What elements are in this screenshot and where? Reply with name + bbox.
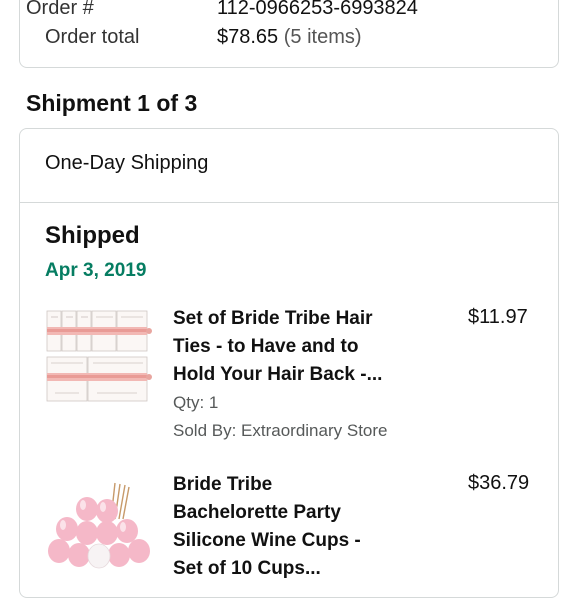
- item-price: $36.79: [468, 472, 530, 494]
- item-title-line[interactable]: Bachelorette Party: [173, 499, 398, 527]
- item-title[interactable]: Bride Tribe Bachelorette Party Silicone …: [173, 471, 398, 583]
- order-total-items: (5 items): [283, 26, 362, 48]
- shipment-title: Shipment 1 of 3: [26, 90, 198, 116]
- order-number-label: Order #: [26, 0, 94, 19]
- order-total-value: $78.65 (5 items): [217, 26, 362, 49]
- order-total-label: Order total: [45, 26, 140, 48]
- item-title-line[interactable]: Silicone Wine Cups -: [173, 527, 398, 555]
- shipping-method-row: One-Day Shipping: [20, 129, 558, 203]
- shipment-status: Shipped: [45, 222, 140, 249]
- hair-ties-product-image[interactable]: [45, 307, 153, 410]
- shipping-method: One-Day Shipping: [45, 152, 209, 174]
- item-title-line[interactable]: Set of 10 Cups...: [173, 555, 398, 583]
- item-title-line[interactable]: Ties - to Have and to: [173, 333, 398, 361]
- item-seller: Sold By: Extraordinary Store: [173, 421, 388, 440]
- wine-cups-product-image[interactable]: [45, 479, 153, 576]
- item-title-line[interactable]: Hold Your Hair Back -...: [173, 361, 398, 389]
- item-title-line[interactable]: Bride Tribe: [173, 471, 398, 499]
- item-title-line[interactable]: Set of Bride Tribe Hair: [173, 305, 398, 333]
- shipment-date: Apr 3, 2019: [45, 260, 147, 281]
- item-quantity: Qty: 1: [173, 393, 219, 412]
- order-total-amount: $78.65: [217, 26, 279, 48]
- item-title[interactable]: Set of Bride Tribe Hair Ties - to Have a…: [173, 305, 398, 389]
- item-price: $11.97: [468, 306, 528, 328]
- order-number-value: 112-0966253-6993824: [217, 0, 418, 19]
- shipment-card: One-Day Shipping Shipped Apr 3, 2019 Set…: [19, 128, 559, 598]
